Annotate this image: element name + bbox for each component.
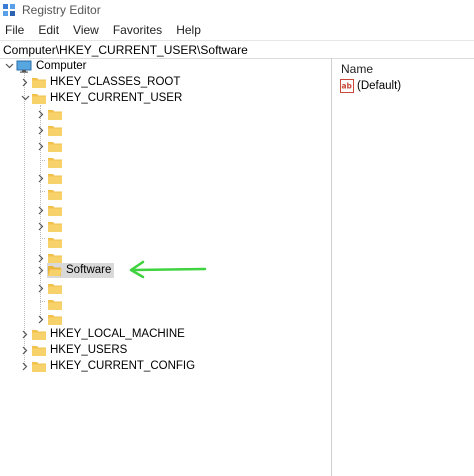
folder-icon [48,299,62,310]
folder-icon [48,314,62,325]
folder-icon [32,361,46,372]
values-pane[interactable]: Name ab (Default) [336,58,474,476]
computer-icon [16,60,32,73]
chevron-right-icon[interactable] [20,343,30,357]
folder-icon [32,345,46,356]
folder-icon [48,141,62,152]
chevron-right-icon[interactable] [36,263,46,277]
chevron-right-icon[interactable] [36,139,46,153]
tree-label: HKEY_CURRENT_USER [50,92,183,104]
reg-sz-ab-icon: ab [340,79,354,93]
folder-icon [48,283,62,294]
column-header-name[interactable]: Name [341,62,373,76]
tree-node-hkey-current-user[interactable]: HKEY_CURRENT_USER [20,90,182,106]
tree-label: Software [66,264,112,276]
chevron-right-icon[interactable] [36,203,46,217]
chevron-right-icon[interactable] [36,281,46,295]
chevron-right-icon[interactable] [36,171,46,185]
folder-icon [48,237,62,248]
menu-file[interactable]: File [0,23,31,37]
folder-icon [48,157,62,168]
menu-view[interactable]: View [66,23,106,37]
tree-node-hkey-local-machine[interactable]: HKEY_LOCAL_MACHINE [20,326,185,342]
tree-guide [24,73,25,366]
window-title: Registry Editor [22,3,101,17]
tree-node-subkey[interactable] [36,311,66,327]
chevron-right-icon[interactable] [20,359,30,373]
address-bar [0,40,474,59]
tree-node-subkey[interactable] [36,186,66,202]
tree-node-subkey[interactable] [36,154,66,170]
tree-node-subkey[interactable] [36,170,66,186]
value-name: (Default) [357,80,402,92]
tree-node-subkey[interactable] [36,138,66,154]
chevron-down-icon[interactable] [20,91,30,105]
folder-icon [48,109,62,120]
selected-highlight[interactable]: Software [47,262,115,278]
folder-icon [48,125,62,136]
tree-node-subkey[interactable] [36,280,66,296]
tree-node-subkey[interactable] [36,296,66,312]
tree-node-subkey[interactable] [36,202,66,218]
folder-icon [32,329,46,340]
tree-node-hkey-users[interactable]: HKEY_USERS [20,342,127,358]
chevron-down-icon[interactable] [4,59,14,73]
chevron-right-icon[interactable] [36,123,46,137]
tree-label: HKEY_CLASSES_ROOT [50,76,181,88]
tree-node-subkey[interactable] [36,218,66,234]
tree-label: HKEY_CURRENT_CONFIG [50,360,196,372]
tree-label: HKEY_USERS [50,344,128,356]
folder-icon [48,221,62,232]
svg-text:ab: ab [342,82,353,91]
menu-bar: File Edit View Favorites Help [0,20,474,40]
folder-open-icon [48,265,62,276]
tree-node-subkey[interactable] [36,106,66,122]
tree-node-subkey[interactable] [36,122,66,138]
menu-edit[interactable]: Edit [31,23,66,37]
chevron-right-icon[interactable] [36,312,46,326]
title-bar: Registry Editor [0,0,474,20]
tree-node-subkey[interactable] [36,234,66,250]
folder-icon [32,93,46,104]
tree-label: Computer [36,60,87,72]
chevron-right-icon[interactable] [20,327,30,341]
annotation-arrow-icon [129,260,207,279]
address-input[interactable] [0,42,463,57]
folder-icon [48,189,62,200]
value-row-default[interactable]: ab (Default) [340,79,401,93]
tree-node-software[interactable]: Software [36,262,115,278]
chevron-right-icon[interactable] [20,75,30,89]
chevron-right-icon[interactable] [36,107,46,121]
chevron-right-icon[interactable] [36,219,46,233]
menu-help[interactable]: Help [169,23,208,37]
tree-node-hkey-current-config[interactable]: HKEY_CURRENT_CONFIG [20,358,195,374]
menu-favorites[interactable]: Favorites [106,23,169,37]
folder-icon [48,205,62,216]
tree-label: HKEY_LOCAL_MACHINE [50,328,185,340]
folder-icon [32,77,46,88]
folder-icon [48,173,62,184]
tree-node-computer[interactable]: Computer [4,58,87,74]
tree-node-hkey-classes-root[interactable]: HKEY_CLASSES_ROOT [20,74,180,90]
registry-editor-icon [3,4,15,16]
